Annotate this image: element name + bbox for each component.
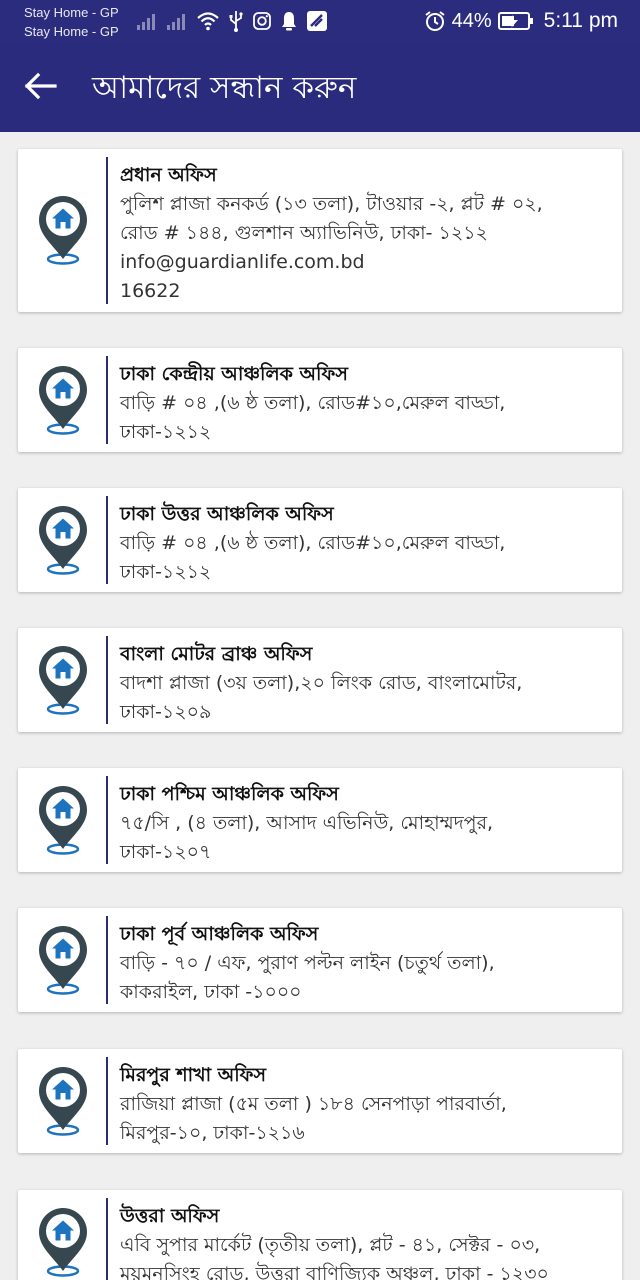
battery-icon — [497, 12, 533, 30]
signal-icon — [167, 14, 185, 30]
app-bar: আমাদের সন্ধান করুন — [0, 42, 640, 132]
divider — [106, 157, 108, 304]
office-details: বাংলা মোটর ব্রাঞ্চ অফিস বাদশা প্লাজা (৩য়… — [120, 640, 614, 727]
status-icons — [136, 10, 328, 32]
office-address-line: ঢাকা-১২১২ — [120, 421, 212, 443]
status-right: 44% 5:11 pm — [424, 8, 618, 34]
office-details: ঢাকা উত্তর আঞ্চলিক অফিস বাড়ি # ০৪ ,(৬ ষ্… — [120, 500, 614, 587]
office-name: ঢাকা উত্তর আঞ্চলিক অফিস — [120, 503, 334, 525]
office-card[interactable]: বাংলা মোটর ব্রাঞ্চ অফিস বাদশা প্লাজা (৩য়… — [18, 628, 622, 732]
wifi-icon — [197, 12, 219, 31]
office-address-line: ৭৫/সি , (৪ তলা), আসাদ এভিনিউ, মোহাম্মদপু… — [120, 812, 494, 834]
office-address-line: info@guardianlife.com.bd — [120, 251, 365, 273]
office-address-line: মিরপুর-১০, ঢাকা-১২১৬ — [120, 1122, 305, 1144]
divider — [106, 776, 108, 864]
location-pin-icon — [39, 926, 87, 995]
office-address-line: ঢাকা-১২০৯ — [120, 701, 212, 723]
signal-icon — [137, 14, 155, 30]
divider — [106, 1198, 108, 1280]
office-details: ঢাকা পশ্চিম আঞ্চলিক অফিস ৭৫/সি , (৪ তলা),… — [120, 780, 614, 867]
location-pin-icon — [39, 646, 87, 715]
office-name: ঢাকা পশ্চিম আঞ্চলিক অফিস — [120, 783, 339, 805]
office-card[interactable]: ঢাকা পূর্ব আঞ্চলিক অফিস বাড়ি - ৭০ / এফ, … — [18, 908, 622, 1012]
carrier-label: Stay Home - GP — [24, 24, 119, 39]
office-address-line: ময়মনসিংহ রোড, উত্তরা বাণিজ্যিক অঞ্চল, ঢ… — [120, 1263, 549, 1280]
location-pin-icon — [39, 196, 87, 265]
page-title: আমাদের সন্ধান করুন — [92, 70, 357, 106]
office-card[interactable]: মিরপুর শাখা অফিস রাজিয়া প্লাজা (৫ম তলা )… — [18, 1049, 622, 1153]
divider — [106, 496, 108, 584]
office-address-line: এবি সুপার মার্কেট (তৃতীয় তলা), প্লট - ৪… — [120, 1234, 541, 1256]
arrow-left-icon[interactable] — [22, 68, 58, 104]
location-pin-icon — [39, 1208, 87, 1277]
office-address-line: বাদশা প্লাজা (৩য় তলা),২০ লিংক রোড, বাংল… — [120, 672, 523, 694]
office-name: প্রধান অফিস — [120, 164, 217, 186]
alarm-icon — [425, 11, 445, 31]
office-address-line: বাড়ি # ০৪ ,(৬ ষ্ঠ তলা), রোড#১০,মেরুল বা… — [120, 392, 506, 414]
location-pin-icon — [39, 786, 87, 855]
office-name: ঢাকা পূর্ব আঞ্চলিক অফিস — [120, 923, 319, 945]
status-bar: Stay Home - GP Stay Home - GP 44% 5:11 p… — [0, 0, 640, 42]
location-pin-icon — [39, 366, 87, 435]
office-address-line: ঢাকা-১২০৭ — [120, 841, 212, 863]
office-card[interactable]: ঢাকা পশ্চিম আঞ্চলিক অফিস ৭৫/সি , (৪ তলা),… — [18, 768, 622, 872]
office-address-line: রোড # ১৪৪, গুলশান অ্যাভিনিউ, ঢাকা- ১২১২ — [120, 222, 488, 244]
office-card[interactable]: উত্তরা অফিস এবি সুপার মার্কেট (তৃতীয় তলা… — [18, 1190, 622, 1280]
office-address-line: ঢাকা-১২১২ — [120, 561, 212, 583]
divider — [106, 636, 108, 724]
divider — [106, 916, 108, 1004]
usb-icon — [229, 11, 243, 32]
instagram-icon — [253, 12, 271, 30]
office-card[interactable]: প্রধান অফিস পুলিশ প্লাজা কনকর্ড (১৩ তলা),… — [18, 149, 622, 312]
office-list[interactable]: প্রধান অফিস পুলিশ প্লাজা কনকর্ড (১৩ তলা),… — [0, 132, 640, 1280]
office-address-line: রাজিয়া প্লাজা (৫ম তলা ) ১৮৪ সেনপাড়া পা… — [120, 1093, 507, 1115]
notification-icon — [282, 12, 296, 31]
carrier-label: Stay Home - GP — [24, 5, 119, 20]
office-name: বাংলা মোটর ব্রাঞ্চ অফিস — [120, 643, 313, 665]
office-card[interactable]: ঢাকা কেন্দ্রীয় আঞ্চলিক অফিস বাড়ি # ০৪ ,… — [18, 348, 622, 452]
office-details: প্রধান অফিস পুলিশ প্লাজা কনকর্ড (১৩ তলা),… — [120, 161, 614, 306]
office-card[interactable]: ঢাকা উত্তর আঞ্চলিক অফিস বাড়ি # ০৪ ,(৬ ষ্… — [18, 488, 622, 592]
office-details: উত্তরা অফিস এবি সুপার মার্কেট (তৃতীয় তলা… — [120, 1202, 614, 1280]
office-name: ঢাকা কেন্দ্রীয় আঞ্চলিক অফিস — [120, 363, 348, 385]
office-address-line: বাড়ি - ৭০ / এফ, পুরাণ পল্টন লাইন (চতুর্… — [120, 952, 495, 974]
battery-percent: 44% — [451, 9, 492, 32]
office-address-line: কাকরাইল, ঢাকা -১০০০ — [120, 981, 302, 1003]
divider — [106, 356, 108, 444]
office-details: ঢাকা পূর্ব আঞ্চলিক অফিস বাড়ি - ৭০ / এফ, … — [120, 920, 614, 1007]
divider — [106, 1057, 108, 1145]
location-pin-icon — [39, 1067, 87, 1136]
office-address-line: 16622 — [120, 280, 181, 302]
app-icon — [307, 11, 327, 31]
office-name: মিরপুর শাখা অফিস — [120, 1064, 267, 1086]
office-details: ঢাকা কেন্দ্রীয় আঞ্চলিক অফিস বাড়ি # ০৪ ,… — [120, 360, 614, 447]
office-details: মিরপুর শাখা অফিস রাজিয়া প্লাজা (৫ম তলা )… — [120, 1061, 614, 1148]
location-pin-icon — [39, 506, 87, 575]
clock: 5:11 pm — [543, 9, 618, 32]
office-address-line: বাড়ি # ০৪ ,(৬ ষ্ঠ তলা), রোড#১০,মেরুল বা… — [120, 532, 506, 554]
office-address-line: পুলিশ প্লাজা কনকর্ড (১৩ তলা), টাওয়ার -২… — [120, 193, 543, 215]
office-name: উত্তরা অফিস — [120, 1205, 220, 1227]
